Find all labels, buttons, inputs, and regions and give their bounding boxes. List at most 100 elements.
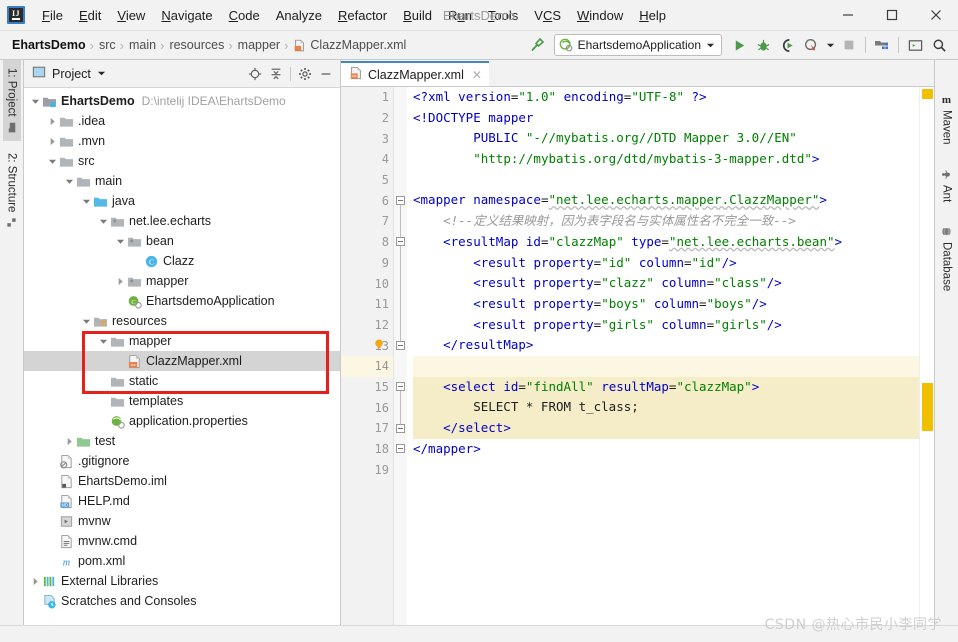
- hide-icon[interactable]: [316, 64, 336, 84]
- menu-edit[interactable]: Edit: [71, 5, 109, 26]
- breadcrumb-clazzmapper-xml[interactable]: ClazzMapper.xml: [289, 38, 409, 52]
- project-tree[interactable]: EhartsDemo D:\intelij IDEA\EhartsDemo .ide…: [24, 88, 340, 625]
- code-line[interactable]: PUBLIC "-//mybatis.org//DTD Mapper 3.0//…: [413, 128, 919, 149]
- tree-row[interactable]: C EhartsdemoApplication: [24, 291, 340, 311]
- terminal-icon[interactable]: [904, 34, 926, 56]
- code-line[interactable]: <result property="clazz" column="class"/…: [413, 273, 919, 294]
- tree-row[interactable]: EhartsDemo D:\intelij IDEA\EhartsDemo: [24, 91, 340, 111]
- tree-row[interactable]: mapper: [24, 271, 340, 291]
- project-view-dropdown-icon[interactable]: [97, 67, 106, 81]
- chevron-down-icon[interactable]: [47, 156, 58, 167]
- code-line[interactable]: <select id="findAll" resultMap="clazzMap…: [413, 376, 919, 398]
- close-icon[interactable]: [914, 1, 958, 30]
- fold-toggle-icon[interactable]: [396, 382, 405, 392]
- locate-target-icon[interactable]: [245, 64, 265, 84]
- menu-file[interactable]: File: [34, 5, 71, 26]
- code-line[interactable]: <result property="boys" column="boys"/>: [413, 294, 919, 315]
- profiler-icon[interactable]: [800, 34, 822, 56]
- tree-row[interactable]: C Clazz: [24, 251, 340, 271]
- fold-toggle-icon[interactable]: [396, 444, 405, 454]
- tree-row[interactable]: templates: [24, 391, 340, 411]
- tree-row[interactable]: mapper: [24, 331, 340, 351]
- breadcrumb-src[interactable]: src: [95, 38, 119, 52]
- code-line[interactable]: <!DOCTYPE mapper: [413, 108, 919, 129]
- maximize-icon[interactable]: [870, 1, 914, 30]
- sidebar-item-ant[interactable]: Ant: [938, 161, 956, 210]
- intention-bulb-icon[interactable]: [373, 338, 385, 353]
- chevron-down-icon[interactable]: [81, 196, 92, 207]
- chevron-down-icon[interactable]: [98, 216, 109, 227]
- search-everywhere-icon[interactable]: [928, 34, 950, 56]
- menu-refactor[interactable]: Refactor: [330, 5, 395, 26]
- chevron-down-icon[interactable]: [64, 176, 75, 187]
- tree-row[interactable]: java: [24, 191, 340, 211]
- tree-row[interactable]: Scratches and Consoles: [24, 591, 340, 611]
- chevron-right-icon[interactable]: [115, 276, 126, 287]
- collapse-all-icon[interactable]: [266, 64, 286, 84]
- tree-row[interactable]: mvnw: [24, 511, 340, 531]
- tree-row[interactable]: .mvn: [24, 131, 340, 151]
- run-with-coverage-icon[interactable]: [776, 34, 798, 56]
- chevron-down-icon[interactable]: [98, 336, 109, 347]
- sidebar-item-maven[interactable]: m Maven: [938, 88, 956, 153]
- code-line[interactable]: [413, 459, 919, 480]
- chevron-right-icon[interactable]: [47, 136, 58, 147]
- error-stripe-scrollbar[interactable]: [919, 87, 934, 625]
- sidebar-item-project[interactable]: 1: Project: [2, 60, 21, 141]
- code-line[interactable]: "http://mybatis.org/dtd/mybatis-3-mapper…: [413, 149, 919, 170]
- fold-toggle-icon[interactable]: [396, 423, 405, 433]
- chevron-right-icon[interactable]: [47, 116, 58, 127]
- menu-tools[interactable]: Tools: [480, 5, 526, 26]
- project-structure-icon[interactable]: [871, 34, 893, 56]
- fold-toggle-icon[interactable]: [396, 196, 405, 205]
- code-line[interactable]: </select>: [413, 418, 919, 439]
- tree-row[interactable]: External Libraries: [24, 571, 340, 591]
- code-line[interactable]: <?xml version="1.0" encoding="UTF-8" ?>: [413, 87, 919, 108]
- sidebar-item-database[interactable]: Database: [938, 218, 956, 299]
- gear-icon[interactable]: [295, 64, 315, 84]
- menu-build[interactable]: Build: [395, 5, 440, 26]
- breadcrumb-mapper[interactable]: mapper: [234, 38, 283, 52]
- tab-clazzmapper-xml[interactable]: <> ClazzMapper.xml ✕: [341, 61, 489, 86]
- menu-help[interactable]: Help: [631, 5, 674, 26]
- code-line[interactable]: <!--定义结果映射，因为表字段名与实体属性名不完全一致-->: [413, 211, 919, 232]
- debug-icon[interactable]: [752, 34, 774, 56]
- chevron-down-icon[interactable]: [81, 316, 92, 327]
- menu-vcs[interactable]: VCS: [526, 5, 569, 26]
- warning-stripe-top[interactable]: [922, 89, 933, 99]
- code-line[interactable]: [413, 355, 919, 377]
- tree-row[interactable]: .idea: [24, 111, 340, 131]
- code-line[interactable]: </mapper>: [413, 439, 919, 460]
- menu-run[interactable]: Run: [440, 5, 480, 26]
- tree-row[interactable]: mvnw.cmd: [24, 531, 340, 551]
- chevron-right-icon[interactable]: [30, 576, 41, 587]
- breadcrumb-ehartsdemo[interactable]: EhartsDemo: [4, 38, 89, 52]
- menu-navigate[interactable]: Navigate: [153, 5, 220, 26]
- tree-row[interactable]: main: [24, 171, 340, 191]
- menu-code[interactable]: Code: [221, 5, 268, 26]
- tree-row[interactable]: static: [24, 371, 340, 391]
- tree-row[interactable]: .gitignore: [24, 451, 340, 471]
- tree-row[interactable]: m pom.xml: [24, 551, 340, 571]
- profiler-dropdown-icon[interactable]: [824, 34, 836, 56]
- minimize-icon[interactable]: [826, 1, 870, 30]
- fold-toggle-icon[interactable]: [396, 340, 405, 350]
- tree-row[interactable]: EhartsDemo.iml: [24, 471, 340, 491]
- tree-row[interactable]: bean: [24, 231, 340, 251]
- code-line[interactable]: [413, 170, 919, 191]
- breadcrumb-resources[interactable]: resources: [165, 38, 227, 52]
- fold-toggle-icon[interactable]: [396, 237, 405, 247]
- tree-row[interactable]: application.properties: [24, 411, 340, 431]
- warning-stripe-select[interactable]: [922, 383, 933, 431]
- chevron-down-icon[interactable]: [115, 236, 126, 247]
- code-line[interactable]: <resultMap id="clazzMap" type="net.lee.e…: [413, 232, 919, 253]
- tree-row-selected[interactable]: <> ClazzMapper.xml: [24, 351, 340, 371]
- code-content[interactable]: <?xml version="1.0" encoding="UTF-8" ?> <…: [407, 87, 919, 625]
- breadcrumb-main[interactable]: main: [125, 38, 159, 52]
- code-line[interactable]: <result property="girls" column="girls"/…: [413, 315, 919, 336]
- code-line[interactable]: <mapper namespace="net.lee.echarts.mappe…: [413, 190, 919, 211]
- code-line[interactable]: </resultMap>: [413, 335, 919, 356]
- run-configuration-selector[interactable]: EhartsdemoApplication: [553, 34, 722, 56]
- tree-row[interactable]: resources: [24, 311, 340, 331]
- tree-row[interactable]: test: [24, 431, 340, 451]
